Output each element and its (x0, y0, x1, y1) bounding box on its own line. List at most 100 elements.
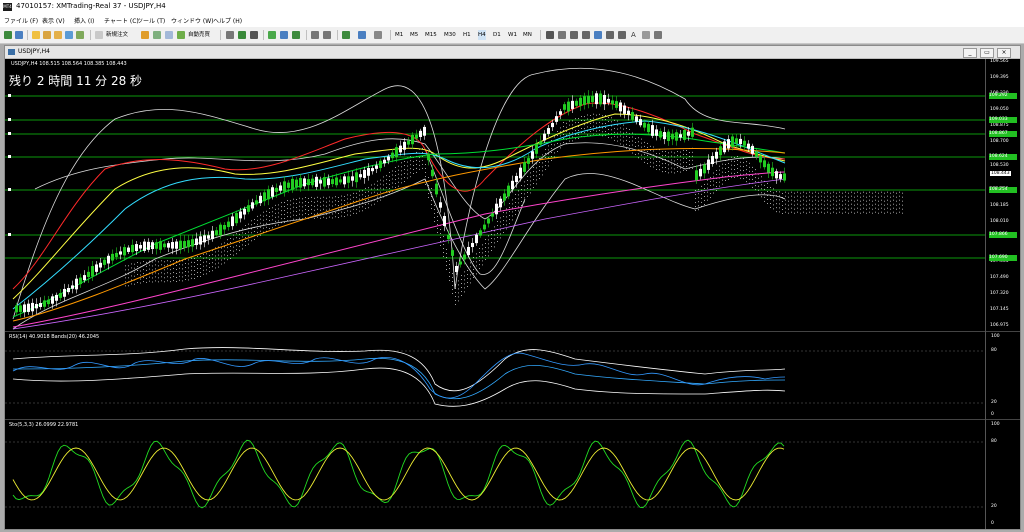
timeframe-h1[interactable]: H1 (463, 30, 471, 40)
trendline-icon[interactable] (594, 31, 602, 39)
cloud-dot (323, 216, 324, 218)
cloud-dot (449, 268, 450, 269)
menu-window[interactable]: ウィンドウ (W) (171, 16, 214, 25)
chart-shift-icon[interactable] (311, 31, 319, 39)
timeframe-m15[interactable]: M15 (425, 30, 437, 40)
cloud-dot (296, 199, 297, 201)
candle (223, 225, 226, 230)
cloud-dot (320, 205, 321, 207)
navigator-icon[interactable] (54, 31, 62, 39)
channel-icon[interactable] (606, 31, 614, 39)
cloud-dot (518, 194, 519, 196)
candle (247, 205, 250, 212)
menu-help[interactable]: ヘルプ (H) (213, 16, 242, 25)
horizontal-line-icon[interactable] (582, 31, 590, 39)
periods-icon[interactable] (358, 31, 366, 39)
timeframe-d1[interactable]: D1 (493, 30, 501, 40)
cloud-dot (695, 190, 696, 192)
timeframe-mn[interactable]: MN (523, 30, 532, 40)
timeframe-w1[interactable]: W1 (508, 30, 517, 40)
crosshair-icon[interactable] (546, 31, 554, 39)
cloud-dot (644, 141, 645, 143)
zoom-in-icon[interactable] (268, 31, 276, 39)
candlestick-icon[interactable] (238, 31, 246, 39)
cloud-dot (209, 266, 210, 268)
timeframe-m1[interactable]: M1 (395, 30, 403, 40)
terminal-icon[interactable] (65, 31, 73, 39)
cloud-dot (824, 204, 825, 206)
cloud-dot (473, 273, 474, 274)
text-label-icon[interactable] (642, 31, 650, 39)
cloud-dot (437, 224, 438, 225)
chart-canvas[interactable]: USDJPY,H4 108.515 108.564 108.385 108.44… (5, 59, 1020, 529)
tester-icon[interactable] (76, 31, 84, 39)
cloud-dot (470, 274, 471, 276)
autoscroll-icon[interactable] (323, 31, 331, 39)
auto-trading-icon[interactable] (177, 31, 185, 39)
cloud-dot (497, 241, 498, 242)
text-tool[interactable]: A (631, 30, 636, 40)
cloud-dot (449, 264, 450, 265)
cloud-dot (416, 159, 417, 161)
line-chart-icon[interactable] (250, 31, 258, 39)
cursor-icon[interactable] (558, 31, 566, 39)
order-icon[interactable] (95, 31, 103, 39)
cloud-dot (878, 208, 879, 210)
cloud-dot (566, 126, 567, 128)
templates-icon[interactable] (374, 31, 382, 39)
cloud-dot (275, 208, 276, 210)
cloud-dot (773, 196, 774, 198)
bar-chart-icon[interactable] (226, 31, 234, 39)
cloud-dot (458, 296, 459, 298)
cloud-dot (278, 224, 279, 226)
new-order-button[interactable]: 新規注文 (106, 30, 128, 40)
timeframe-h4[interactable]: H4 (478, 30, 486, 40)
cloud-dot (407, 173, 408, 175)
cloud-dot (848, 212, 849, 214)
fibonacci-icon[interactable] (618, 31, 626, 39)
profiles-icon[interactable] (15, 31, 23, 39)
cloud-dot (731, 172, 732, 174)
candle (271, 187, 274, 197)
arrows-icon[interactable] (654, 31, 662, 39)
cloud-dot (158, 277, 159, 279)
cloud-dot (461, 279, 462, 280)
cloud-dot (713, 184, 714, 186)
cloud-dot (713, 172, 714, 174)
zoom-out-icon[interactable] (280, 31, 288, 39)
metaeditor-icon[interactable] (141, 31, 149, 39)
menu-insert[interactable]: 挿入 (I) (74, 16, 94, 25)
market-watch-icon[interactable] (32, 31, 40, 39)
cloud-dot (185, 275, 186, 276)
cloud-dot (608, 129, 609, 130)
auto-trading-button[interactable]: 自動売買 (188, 30, 210, 40)
menu-view[interactable]: 表示 (V) (42, 16, 65, 25)
new-chart-icon[interactable] (4, 31, 12, 39)
vertical-line-icon[interactable] (570, 31, 578, 39)
indicators-icon[interactable] (342, 31, 350, 39)
timeframe-m30[interactable]: M30 (444, 30, 456, 40)
candle (419, 130, 422, 137)
cloud-dot (734, 173, 735, 174)
market-icon[interactable] (165, 31, 173, 39)
data-window-icon[interactable] (43, 31, 51, 39)
restore-icon[interactable]: ▭ (980, 48, 994, 58)
candle (539, 141, 542, 145)
minimize-icon[interactable]: _ (963, 48, 977, 58)
cloud-dot (650, 149, 651, 151)
menu-tools[interactable]: ツール (T) (137, 16, 165, 25)
chart-window-titlebar: USDJPY,H4 _ ▭ × (5, 46, 1020, 59)
current-price-tag: 108.443 (990, 171, 1011, 176)
tile-windows-icon[interactable] (292, 31, 300, 39)
signal-icon[interactable] (153, 31, 161, 39)
candle (523, 162, 526, 172)
menu-file[interactable]: ファイル (F) (4, 16, 38, 25)
cloud-dot (881, 211, 882, 213)
menu-chart[interactable]: チャート (C) (104, 16, 139, 25)
timeframe-m5[interactable]: M5 (410, 30, 418, 40)
cloud-dot (785, 203, 786, 205)
close-icon[interactable]: × (997, 48, 1011, 58)
cloud-dot (824, 212, 825, 214)
candle (371, 168, 374, 172)
cloud-dot (872, 212, 873, 214)
